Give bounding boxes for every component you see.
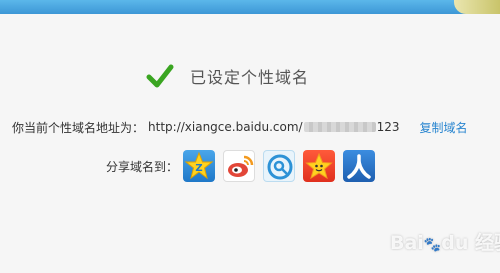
status-title: 已设定个性域名 (190, 68, 310, 87)
svg-text:Z: Z (195, 163, 202, 174)
domain-url-prefix: http://xiangce.baidu.com/ (148, 120, 303, 134)
domain-address-label: 你当前个性域名地址为： (12, 120, 145, 135)
share-pengyou-button[interactable] (303, 150, 336, 182)
domain-url-suffix: 123 (376, 120, 400, 134)
status-row: 已设定个性域名 (146, 62, 309, 90)
tencent-weibo-icon (267, 154, 293, 180)
qzone-icon: Z (184, 151, 214, 180)
share-qzone-button[interactable]: Z (183, 150, 216, 182)
share-row: 分享域名到： Z (106, 149, 383, 183)
share-tencent-weibo-button[interactable] (263, 150, 296, 182)
share-sina-weibo-button[interactable] (223, 150, 256, 182)
pengyou-icon (305, 152, 333, 180)
share-label: 分享域名到： (106, 159, 179, 174)
sina-weibo-icon (228, 155, 254, 177)
domain-address-row: 你当前个性域名地址为： http://xiangce.baidu.com/ 12… (12, 118, 468, 136)
share-renren-button[interactable] (343, 150, 376, 182)
banner-corner-decoration (454, 0, 500, 14)
domain-url-redacted (303, 122, 376, 132)
checkmark-icon (146, 64, 174, 88)
top-banner (0, 0, 500, 14)
renren-icon (347, 154, 371, 179)
copy-domain-link[interactable]: 复制域名 (420, 119, 468, 136)
baidu-jingyan-watermark: Bai🐾du 经验 (390, 232, 500, 254)
